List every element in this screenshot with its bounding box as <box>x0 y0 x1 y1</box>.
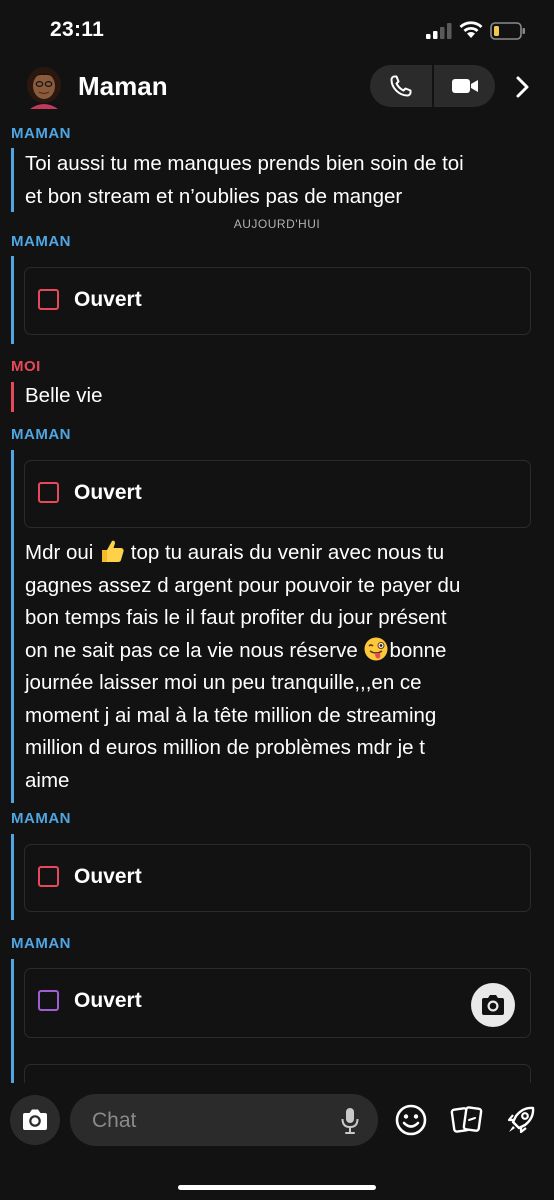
snap-status: Ouvert <box>74 989 142 1012</box>
home-indicator <box>178 1185 376 1190</box>
message-fragment: bonne <box>389 638 447 662</box>
snap-status: Ouvert <box>74 481 142 504</box>
contact-name[interactable]: Maman <box>78 71 168 102</box>
message-line: moment j ai mal à la tête million de str… <box>25 703 437 727</box>
message-fragment: Mdr oui <box>25 541 94 564</box>
message-line: Toi aussi tu me manques prends bien soin… <box>25 152 464 175</box>
message-line: bon temps fais le il faut profiter du jo… <box>25 606 447 629</box>
wifi-icon <box>459 21 483 38</box>
message-text[interactable]: Belle vie <box>25 380 535 413</box>
cards-icon[interactable] <box>450 1103 484 1137</box>
sender-label: MAMAN <box>11 810 71 827</box>
snap-opened-icon <box>38 482 59 503</box>
message-text[interactable]: Mdr oui top tu aurais du venir avec nous… <box>25 537 535 797</box>
cellular-signal-icon <box>426 23 452 39</box>
smiley-icon[interactable] <box>394 1103 428 1137</box>
message-bar <box>11 256 14 344</box>
sender-label: MAMAN <box>11 233 71 250</box>
message-line: gagnes assez d argent pour pouvoir te pa… <box>25 573 461 597</box>
message-bar <box>11 450 14 803</box>
thumbs-up-icon <box>102 540 124 562</box>
video-call-button[interactable] <box>434 65 496 107</box>
camera-icon <box>23 1109 47 1130</box>
winking-tongue-emoji-icon <box>364 637 388 660</box>
reply-camera-button[interactable] <box>471 983 515 1027</box>
message-text[interactable]: Toi aussi tu me manques prends bien soin… <box>25 148 535 213</box>
snap-status: Ouvert <box>74 865 142 888</box>
composer-bar <box>0 1083 554 1200</box>
snap-card[interactable]: Ouvert <box>24 968 531 1038</box>
status-time: 23:11 <box>50 18 105 41</box>
snap-card[interactable]: Ouvert <box>24 460 531 528</box>
chat-input[interactable] <box>90 1094 334 1148</box>
sender-label: MAMAN <box>11 935 71 952</box>
rocket-icon[interactable] <box>504 1103 538 1137</box>
video-icon <box>452 79 478 93</box>
message-line: et bon stream et n’oublies pas de manger <box>25 184 403 208</box>
snap-card[interactable]: Ouvert <box>24 267 531 335</box>
camera-icon <box>482 995 504 1015</box>
message-line: Mdr oui top tu aurais du venir avec nous… <box>25 537 535 570</box>
snap-opened-icon <box>38 289 59 310</box>
status-bar: 23:11 <box>0 0 554 60</box>
battery-icon <box>490 22 525 40</box>
message-bar <box>11 148 14 212</box>
message-fragment: top tu aurais du venir avec nous tu <box>125 541 445 564</box>
voice-call-button[interactable] <box>370 65 432 107</box>
message-line: million d euros million de problèmes mdr… <box>25 736 425 759</box>
snap-opened-icon <box>38 866 59 887</box>
microphone-icon[interactable] <box>340 1107 360 1135</box>
avatar[interactable] <box>23 65 65 109</box>
snap-opened-icon <box>38 990 59 1011</box>
camera-button[interactable] <box>10 1095 60 1145</box>
sender-label: MOI <box>11 358 41 375</box>
chat-input-container <box>70 1094 378 1148</box>
message-bar <box>11 834 14 920</box>
message-line: aime <box>25 768 70 792</box>
message-bar <box>11 382 14 412</box>
sender-label: MAMAN <box>11 426 71 443</box>
chat-header: Maman <box>0 60 554 116</box>
snap-status: Ouvert <box>74 288 142 311</box>
message-line: on ne sait pas ce la vie nous réserve bo… <box>25 635 535 668</box>
message-bar <box>11 959 14 1083</box>
phone-icon <box>390 75 412 97</box>
chevron-right-icon[interactable] <box>510 74 534 100</box>
message-fragment: on ne sait pas ce la vie nous réserve <box>25 638 358 662</box>
call-controls <box>370 65 495 107</box>
sender-label: MAMAN <box>11 125 71 142</box>
message-line: journée laisser moi un peu tranquille,,,… <box>25 671 422 694</box>
snap-card[interactable]: Ouvert <box>24 844 531 912</box>
date-divider: AUJOURD'HUI <box>233 217 321 231</box>
